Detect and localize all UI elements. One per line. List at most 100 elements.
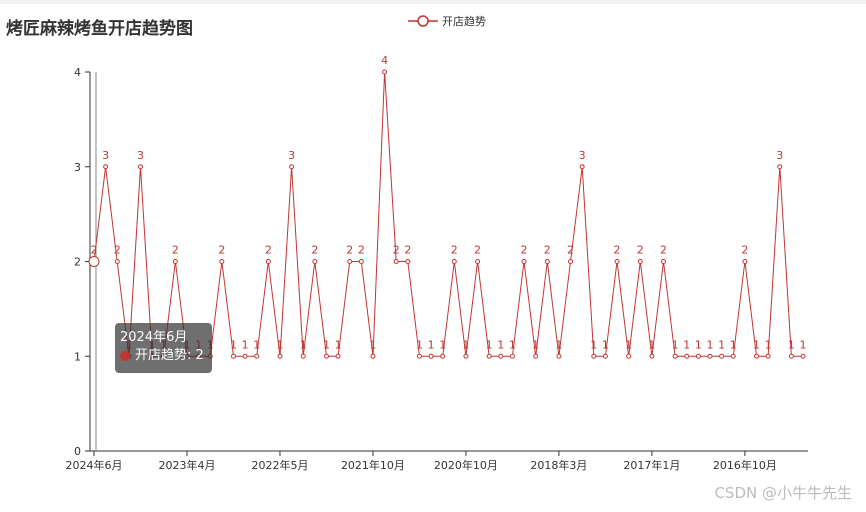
data-label: 1 [555,338,562,351]
data-label: 1 [497,338,504,351]
data-point [788,353,794,359]
data-point [684,353,690,359]
data-label: 2 [91,244,98,257]
data-point [695,353,701,359]
data-label: 1 [800,338,807,351]
data-label: 1 [672,338,679,351]
data-point [242,353,248,359]
tooltip-title: 2024年6月 [120,330,188,345]
data-point [614,259,620,264]
data-point [265,259,271,264]
data-label: 2 [567,244,574,257]
data-label: 2 [346,244,353,257]
watermark: CSDN @小牛牛先生 [714,484,852,502]
x-tick-label: 2017年1月 [623,458,680,472]
data-point [730,353,736,359]
data-label: 1 [323,338,330,351]
data-label: 2 [521,244,528,257]
y-tick-label: 0 [74,445,81,458]
data-label: 1 [486,338,493,351]
data-label: 2 [114,244,121,257]
data-point [219,259,225,264]
data-point [661,259,667,264]
data-label: 3 [288,149,295,162]
data-point [765,353,771,359]
data-label: 1 [590,338,597,351]
data-label: 3 [579,149,586,162]
data-point [382,69,388,75]
data-point [137,164,143,170]
data-point [707,353,713,359]
data-label: 1 [788,338,795,351]
data-label: 1 [439,338,446,351]
data-point [463,353,469,359]
data-label: 2 [614,244,621,257]
series-line [93,71,803,357]
data-label: 1 [532,338,539,351]
data-label: 1 [230,338,237,351]
data-point [347,259,353,264]
data-point [754,353,760,359]
data-label: 2 [358,244,365,257]
data-label: 3 [102,149,109,162]
data-label: 2 [474,244,481,257]
data-label: 1 [683,338,690,351]
data-point [172,259,178,264]
data-point [335,353,341,359]
data-point [370,353,376,359]
data-label: 1 [625,338,632,351]
data-point [602,353,608,359]
data-point [230,353,236,359]
data-label: 1 [416,338,423,351]
data-point [626,353,632,359]
data-point [405,259,411,264]
data-label: 1 [707,338,714,351]
y-tick-label: 4 [74,66,81,79]
data-label: 2 [404,244,411,257]
data-label: 1 [718,338,725,351]
data-point [649,353,655,359]
data-label: 2 [172,244,179,257]
data-label: 1 [369,338,376,351]
data-label: 2 [265,244,272,257]
x-tick-label: 2022年5月 [251,458,308,472]
data-point [440,353,446,359]
data-label: 2 [218,244,225,257]
data-point [416,353,422,359]
data-label: 1 [765,338,772,351]
data-point [742,259,748,264]
data-point [114,259,120,264]
line-chart[interactable]: 0 1 2 3 4 2024年6月 2023年4月 2022年5月 2021年10月 2020年1… [0,0,866,512]
tooltip-value: 开店趋势: 2 [135,348,204,363]
data-label: 1 [335,338,342,351]
data-point [88,256,100,267]
data-point [451,259,457,264]
data-point [800,353,806,359]
data-label: 1 [462,338,469,351]
data-point [556,353,562,359]
data-label: 1 [602,338,609,351]
data-point [103,164,109,170]
series-dot-icon [120,351,130,361]
data-label: 2 [451,244,458,257]
data-point [719,353,725,359]
x-tick-label: 2018年3月 [530,458,587,472]
x-tick-label: 2024年6月 [66,458,123,472]
data-label: 2 [393,244,400,257]
data-point [289,164,295,170]
data-label: 2 [637,244,644,257]
data-label: 1 [300,338,307,351]
data-label: 3 [776,149,783,162]
data-label: 1 [253,338,260,351]
data-label: 1 [753,338,760,351]
data-point [568,259,574,264]
data-label: 1 [276,338,283,351]
data-point [544,259,550,264]
data-label: 1 [428,338,435,351]
data-label: 2 [311,244,318,257]
data-point [637,259,643,264]
data-label: 1 [242,338,249,351]
data-point [509,353,515,359]
data-label: 4 [381,54,388,67]
data-label: 3 [137,149,144,162]
